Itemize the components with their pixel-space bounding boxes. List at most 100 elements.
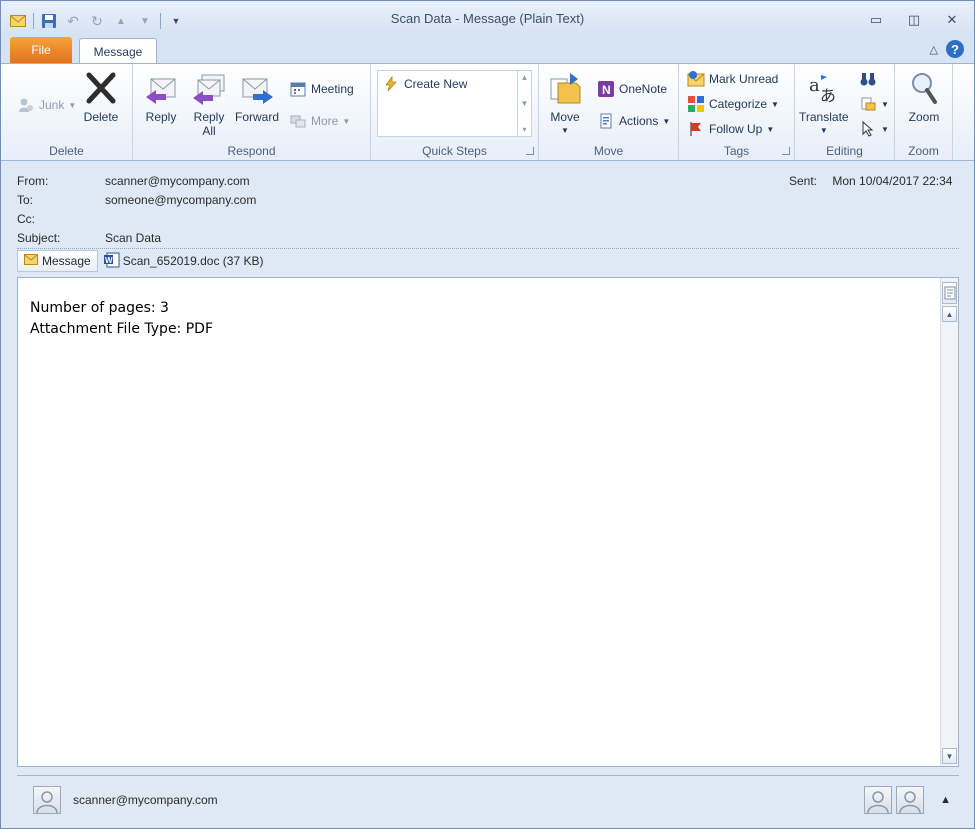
- expand-people-pane-icon[interactable]: ▲: [940, 794, 951, 806]
- subject-label: Subject:: [17, 231, 61, 245]
- follow-up-button[interactable]: Follow Up ▼: [687, 120, 774, 138]
- quick-steps-scrollbar[interactable]: ▲ ▼ ▾: [517, 71, 531, 136]
- cursor-icon: [859, 120, 877, 138]
- categorize-icon: [687, 95, 705, 113]
- minimize-icon[interactable]: ▭: [866, 11, 886, 29]
- group-zoom: Zoom Zoom: [895, 64, 953, 160]
- reply-all-icon: [191, 68, 227, 108]
- title-bar: ↶ ↻ ▲ ▼ ▼ Scan Data - Message (Plain Tex…: [1, 1, 974, 37]
- body-line: Attachment File Type: PDF: [30, 321, 213, 337]
- sent-row: Sent: Mon 10/04/2017 22:34: [789, 174, 952, 188]
- svg-text:W: W: [105, 256, 113, 265]
- avatar: [33, 786, 61, 814]
- mark-unread-button[interactable]: Mark Unread: [687, 70, 778, 88]
- word-document-icon: W: [103, 252, 120, 271]
- message-header: From: scanner@mycompany.com Sent: Mon 10…: [1, 161, 974, 272]
- scroll-up-icon[interactable]: ▲: [942, 306, 957, 322]
- chevron-down-icon: ▼: [766, 124, 775, 134]
- dialog-launcher-icon[interactable]: [782, 147, 790, 155]
- tab-file[interactable]: File: [10, 37, 72, 63]
- create-new-quick-step[interactable]: Create New: [382, 75, 467, 93]
- from-label: From:: [17, 174, 49, 188]
- avatar[interactable]: [864, 786, 893, 814]
- reply-all-button[interactable]: Reply All: [191, 68, 227, 138]
- from-address[interactable]: scanner@mycompany.com: [105, 174, 250, 188]
- message-view-tab[interactable]: Message: [17, 250, 98, 272]
- expand-gallery-icon[interactable]: ▾: [522, 125, 526, 134]
- translate-button[interactable]: aあ Translate ▼: [799, 68, 849, 138]
- delete-x-icon: [83, 68, 119, 108]
- group-tags: Mark Unread Categorize ▼ Follow Up ▼ Tag…: [679, 64, 795, 160]
- group-label-tags: Tags: [723, 144, 750, 158]
- meeting-button[interactable]: Meeting: [289, 80, 354, 98]
- more-icon: [289, 112, 307, 130]
- find-button[interactable]: [859, 70, 877, 88]
- quick-steps-gallery: Create New ▲ ▼ ▾: [377, 70, 532, 137]
- avatar[interactable]: [896, 786, 925, 814]
- message-body[interactable]: Number of pages: 3 Attachment File Type:…: [17, 277, 959, 767]
- translate-icon: aあ: [806, 68, 842, 108]
- scroll-down-icon[interactable]: ▼: [942, 748, 957, 764]
- move-button[interactable]: Move ▼: [547, 68, 583, 138]
- minimize-ribbon-icon[interactable]: △: [930, 43, 938, 56]
- mark-unread-icon: [687, 70, 705, 88]
- people-pane-controls: ▲: [864, 786, 951, 814]
- to-label: To:: [17, 193, 34, 207]
- header-divider: [17, 248, 959, 249]
- cc-label: Cc:: [17, 212, 35, 226]
- reply-button[interactable]: Reply: [143, 68, 179, 124]
- chevron-down-icon: ▼: [771, 99, 779, 109]
- related-icon: [859, 95, 877, 113]
- chevron-down-icon: ▼: [561, 126, 569, 135]
- close-icon[interactable]: ✕: [942, 11, 962, 29]
- forward-button[interactable]: Forward: [235, 68, 279, 124]
- maximize-icon[interactable]: ◫: [904, 11, 924, 29]
- scroll-up-icon[interactable]: ▲: [521, 73, 529, 82]
- svg-text:a: a: [809, 75, 820, 96]
- select-button[interactable]: ▼: [859, 120, 889, 138]
- magnifier-icon: [906, 68, 942, 108]
- ribbon: Junk ▼ Delete Delete Reply Reply All For…: [1, 63, 974, 161]
- message-body-text: Number of pages: 3 Attachment File Type:…: [30, 298, 213, 340]
- junk-button[interactable]: Junk ▼: [17, 96, 76, 114]
- group-move: Move ▼ N OneNote Actions ▼ Move: [539, 64, 679, 160]
- dialog-launcher-icon[interactable]: [526, 147, 534, 155]
- more-respond-button[interactable]: More ▼: [289, 112, 350, 130]
- junk-icon: [17, 96, 35, 114]
- ruler-toggle-icon[interactable]: [942, 282, 957, 304]
- chevron-down-icon: ▼: [881, 124, 889, 134]
- scroll-down-icon[interactable]: ▼: [521, 99, 529, 108]
- subject-text: Scan Data: [105, 231, 162, 245]
- zoom-button[interactable]: Zoom: [906, 68, 942, 124]
- sent-label: Sent:: [789, 174, 818, 188]
- group-label-move: Move: [593, 144, 624, 158]
- group-respond: Reply Reply All Forward Meeting More ▼ R…: [133, 64, 371, 160]
- move-folder-icon: [547, 68, 583, 108]
- forward-icon: [239, 68, 275, 108]
- group-label-respond: Respond: [227, 144, 276, 158]
- svg-text:あ: あ: [820, 86, 836, 105]
- contact-name: scanner@mycompany.com: [73, 793, 218, 807]
- related-button[interactable]: ▼: [859, 95, 889, 113]
- lightning-icon: [382, 75, 400, 93]
- group-delete: Junk ▼ Delete Delete: [1, 64, 133, 160]
- chevron-down-icon: ▼: [342, 116, 351, 126]
- sent-date: Mon 10/04/2017 22:34: [832, 174, 953, 188]
- vertical-scrollbar[interactable]: ▲ ▼: [940, 278, 958, 766]
- tab-message[interactable]: Message: [79, 38, 157, 64]
- to-address[interactable]: someone@mycompany.com: [105, 193, 256, 207]
- onenote-button[interactable]: N OneNote: [597, 80, 667, 98]
- people-pane-contact[interactable]: scanner@mycompany.com: [33, 786, 218, 814]
- people-pane: scanner@mycompany.com ▲: [17, 775, 959, 825]
- ribbon-right-controls: △ ?: [930, 40, 964, 58]
- binoculars-icon: [859, 70, 877, 88]
- chevron-down-icon: ▼: [662, 116, 671, 126]
- actions-button[interactable]: Actions ▼: [597, 112, 670, 130]
- actions-icon: [597, 112, 615, 130]
- categorize-button[interactable]: Categorize ▼: [687, 95, 779, 113]
- ribbon-tabs: File Message △ ?: [1, 37, 974, 64]
- help-icon[interactable]: ?: [946, 40, 964, 58]
- delete-button[interactable]: Delete: [83, 68, 119, 124]
- flag-icon: [687, 120, 705, 138]
- attachment-file[interactable]: W Scan_652019.doc (37 KB): [103, 252, 263, 271]
